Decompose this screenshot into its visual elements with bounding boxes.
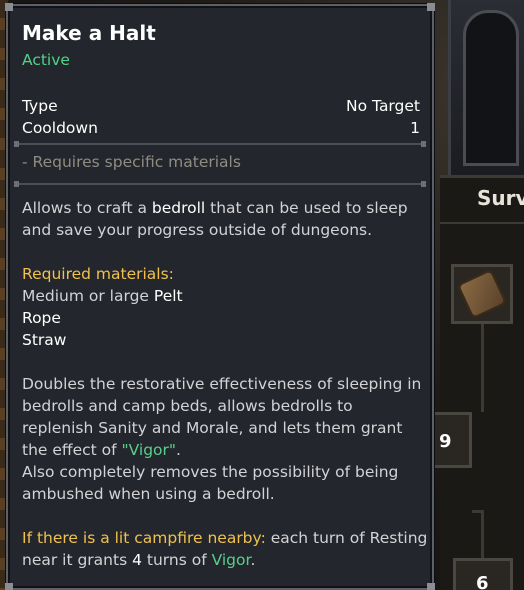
effect-line: the effect of "Vigor". <box>22 439 181 461</box>
section-divider <box>14 141 426 147</box>
campfire-line: If there is a lit campfire nearby: each … <box>22 527 427 549</box>
skill-slot[interactable]: 9 <box>428 412 472 468</box>
frame-corner <box>5 3 13 11</box>
skill-tree-connector <box>481 324 484 412</box>
turn-count: 4 <box>132 551 142 569</box>
campfire-text: . <box>250 551 256 569</box>
description-text: Allows to craft a <box>22 199 152 217</box>
bedroll-icon <box>456 268 508 320</box>
frame-corner <box>5 583 13 590</box>
vigor-keyword: "Vigor" <box>121 441 177 459</box>
material-item: Rope <box>22 309 61 327</box>
effect-line: bedrolls and camp beds, allows bedrolls … <box>22 397 353 415</box>
campfire-condition: If there is a lit campfire nearby: <box>22 529 266 547</box>
campfire-line: near it grants 4 turns of Vigor. <box>22 549 255 571</box>
skill-status: Active <box>22 51 70 69</box>
description-text: that can be used to sleep <box>205 199 408 217</box>
game-screen: Surv 9 6 Make a Halt Active Type No Targ… <box>0 0 524 590</box>
skill-title: Make a Halt <box>22 21 156 45</box>
stat-label-type: Type <box>22 97 58 115</box>
materials-heading: Required materials: <box>22 265 174 283</box>
slot-number: 9 <box>439 431 452 452</box>
effect-text: . <box>176 441 181 459</box>
vigor-keyword: Vigor <box>211 551 251 569</box>
campfire-text: near it grants <box>22 551 133 569</box>
frame-corner <box>427 583 435 590</box>
campfire-text: each turn of Resting <box>265 529 428 547</box>
skill-tree-connector <box>481 510 484 558</box>
stat-label-cooldown: Cooldown <box>22 119 98 137</box>
effect-line: ambushed when using a bedroll. <box>22 485 275 503</box>
background-archway <box>448 0 524 175</box>
frame-corner <box>427 3 435 11</box>
effect-line: Also completely removes the possibility … <box>22 463 399 481</box>
slot-number: 6 <box>476 573 489 590</box>
material-item: Medium or large Pelt <box>22 285 183 307</box>
bedroll-keyword: bedroll <box>151 199 206 217</box>
effect-line: Doubles the restorative effectiveness of… <box>22 375 422 393</box>
stat-value-cooldown: 1 <box>410 119 420 137</box>
material-prefix: Medium or large <box>22 287 154 305</box>
skill-slot[interactable]: 6 <box>453 558 513 590</box>
skill-tooltip: Make a Halt Active Type No Target Cooldo… <box>5 3 435 590</box>
effect-text: the effect of <box>22 441 122 459</box>
material-item: Straw <box>22 331 67 349</box>
requirement-note: - Requires specific materials <box>22 153 241 171</box>
effect-line: replenish Sanity and Morale, and lets th… <box>22 419 403 437</box>
description-line: and save your progress outside of dungeo… <box>22 221 373 239</box>
skill-slot-bedroll[interactable] <box>451 264 513 324</box>
panel-divider <box>440 222 524 224</box>
campfire-text: turns of <box>141 551 212 569</box>
material-name: Pelt <box>153 287 183 305</box>
stat-value-type: No Target <box>346 97 420 115</box>
panel-title: Surv <box>477 186 524 210</box>
description-line: Allows to craft a bedroll that can be us… <box>22 197 408 219</box>
section-divider <box>14 181 426 187</box>
